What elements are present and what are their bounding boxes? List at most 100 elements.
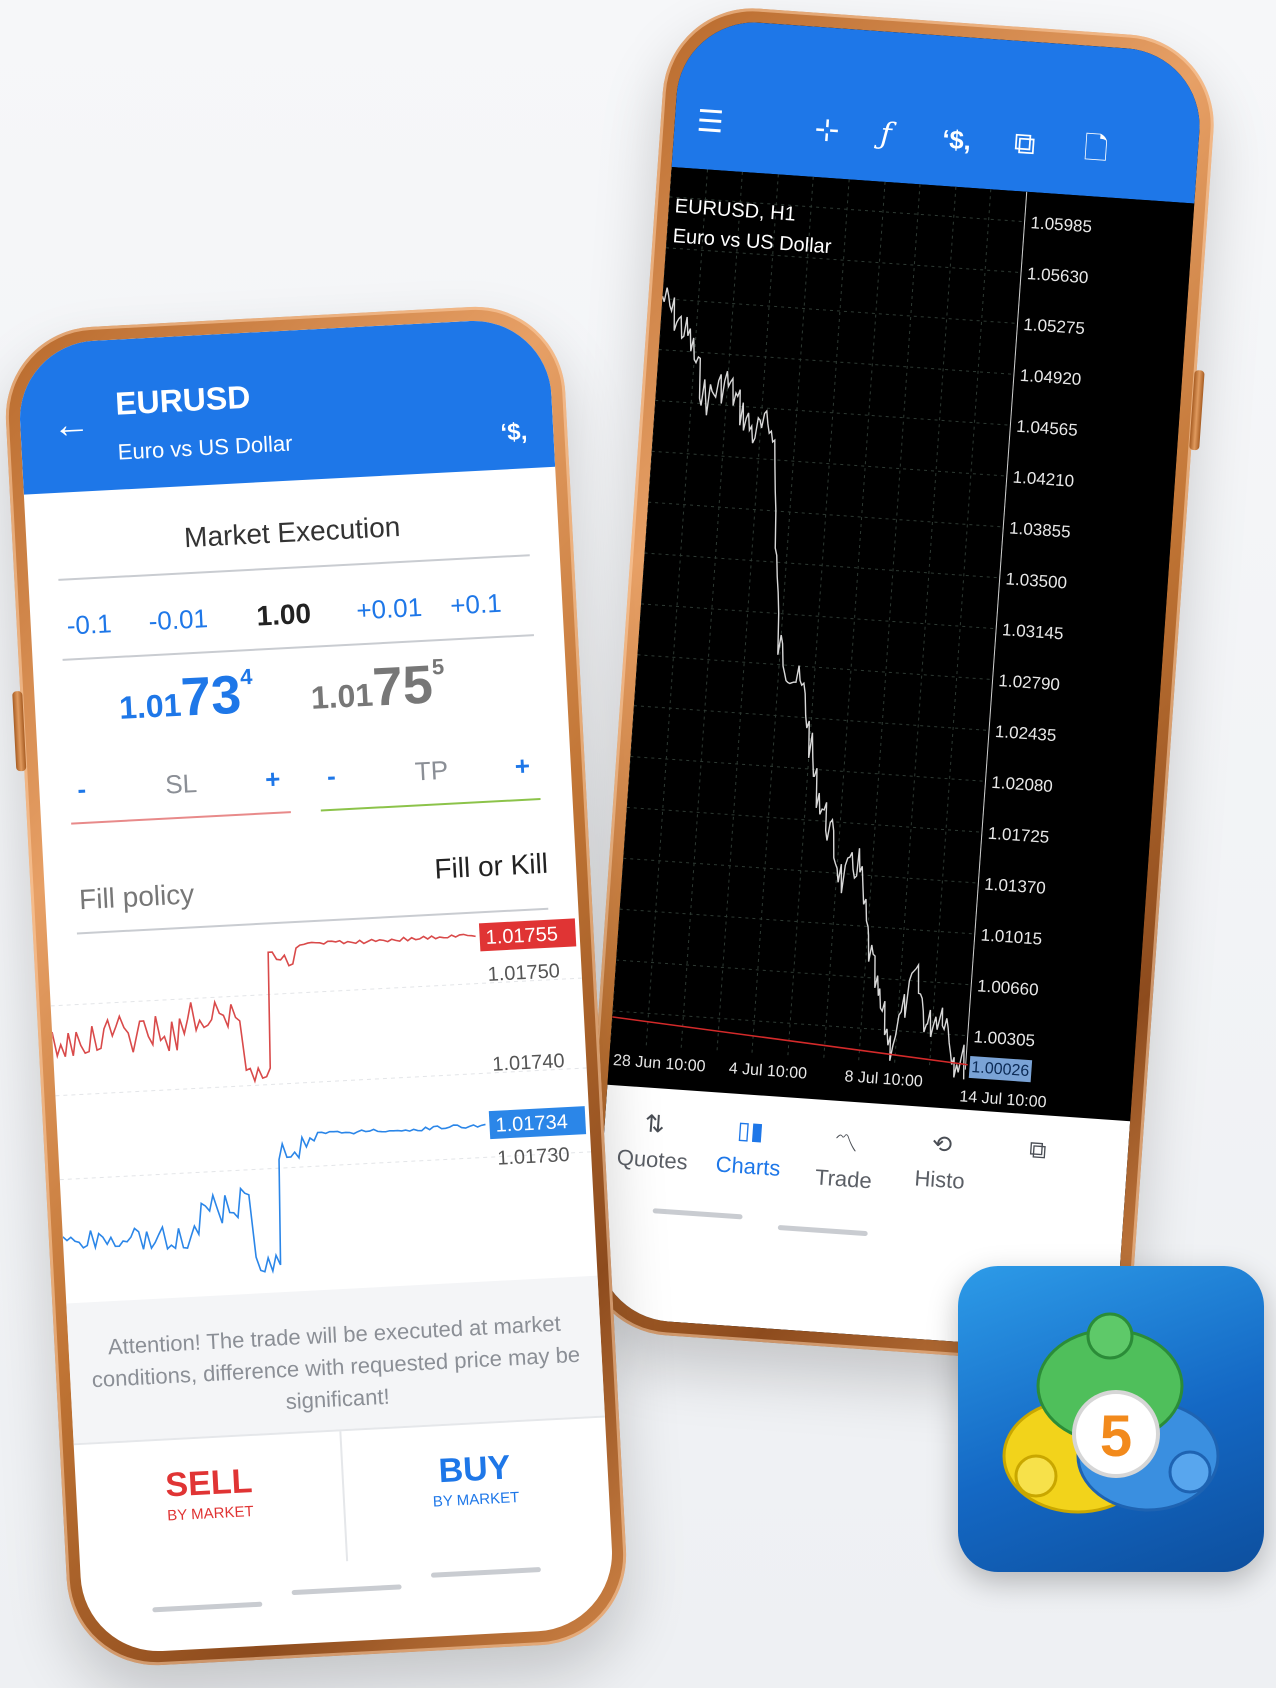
order-buttons: SELL BY MARKET BUY BY MARKET (73, 1415, 612, 1576)
home-indicator (652, 1208, 743, 1220)
home-indicator (152, 1601, 263, 1613)
price-axis-label: 1.02435 (994, 722, 1057, 745)
buy-by-market-button[interactable]: BUY BY MARKET (339, 1417, 611, 1561)
logo-yellow-head (1014, 1454, 1058, 1498)
tick-chart-svg: 1.01755 1.01750 1.01740 1.01734 1.01730 (50, 918, 592, 1275)
tick-level-label: 1.01730 (497, 1144, 570, 1170)
sl-plus-button[interactable]: + (264, 764, 281, 796)
volume-minus-small-button[interactable]: -0.01 (148, 603, 209, 637)
logo-blue-head (1168, 1450, 1212, 1494)
price-axis-label: 1.01015 (980, 925, 1043, 948)
chart-gridline (648, 501, 1004, 528)
chart-gridline (640, 603, 997, 630)
fill-policy-select[interactable]: Fill or Kill (434, 848, 549, 886)
sl-label: SL (164, 767, 198, 800)
ask-tick-line (51, 933, 476, 1084)
volume-stepper: -0.1 -0.01 1.00 +0.01 +0.1 (60, 586, 533, 651)
logo-version-badge: 5 (1100, 1404, 1132, 1469)
trade-phone: ← EURUSD Euro vs US Dollar ‘$, Market Ex… (1, 302, 631, 1670)
take-profit-field[interactable]: - TP + (318, 750, 540, 801)
tick-level-label: 1.01740 (492, 1050, 565, 1076)
price-axis-label: 1.05985 (1030, 213, 1093, 236)
time-axis-label: 8 Jul 10:00 (844, 1068, 923, 1090)
nav-trade[interactable]: 〽 Trade (793, 1120, 898, 1196)
price-axis-label: 1.00305 (973, 1027, 1036, 1050)
tick-chart: 1.01755 1.01750 1.01740 1.01734 1.01730 (47, 916, 597, 1303)
execution-type-select[interactable]: Market Execution (26, 503, 559, 563)
price-chart-svg: 1.05985 1.05630 1.05275 1.04920 1.04565 1.042… (609, 166, 1093, 1111)
tp-plus-button[interactable]: + (514, 751, 531, 783)
sl-minus-button[interactable]: - (77, 774, 87, 805)
trade-header: ← EURUSD Euro vs US Dollar ‘$, (16, 316, 556, 495)
chart-gridline (637, 654, 993, 681)
price-axis-label: 1.01370 (984, 875, 1047, 898)
nav-trade-label: Trade (814, 1164, 873, 1194)
home-indicator (291, 1584, 402, 1596)
volume-value-input[interactable]: 1.00 (256, 598, 312, 633)
volume-plus-big-button[interactable]: +0.1 (449, 588, 502, 622)
sell-price-sup: 4 (239, 663, 253, 690)
trade-icon: 〽 (832, 1129, 859, 1159)
charts-icon: ▯▮ (736, 1116, 765, 1146)
price-axis-label: 1.02080 (991, 773, 1054, 796)
price-row: 1.01734 1.01755 (33, 647, 568, 755)
chart-gridline (651, 450, 1007, 477)
messages-icon: ⧉ (1028, 1136, 1048, 1165)
tp-underline (320, 797, 541, 812)
time-axis-label: 14 Jul 10:00 (959, 1088, 1047, 1111)
nav-messages[interactable]: ⧉ (986, 1133, 1088, 1176)
chart-phone: ☰ ⊹ ƒ ‘$, ⧉ 🗋 1.05985 1.05630 1.05275 1.049… (576, 2, 1220, 1368)
chart-screen: ☰ ⊹ ƒ ‘$, ⧉ 🗋 1.05985 1.05630 1.05275 1.049… (591, 17, 1205, 1353)
nav-quotes[interactable]: ⇅ Quotes (601, 1107, 705, 1177)
crosshair-icon[interactable]: ⊹ (813, 113, 840, 148)
price-axis-label: 1.05630 (1026, 264, 1089, 287)
history-icon: ⟲ (931, 1130, 954, 1159)
phone-side-button (12, 690, 27, 772)
windows-icon[interactable]: ⧉ (1013, 127, 1037, 161)
sell-by-market-button[interactable]: SELL BY MARKET (73, 1431, 349, 1576)
time-axis-label: 28 Jun 10:00 (613, 1052, 707, 1075)
nav-history[interactable]: ⟲ Histo (889, 1127, 993, 1197)
price-axis-label: 1.04920 (1019, 366, 1082, 389)
price-axis-label: 1.05275 (1023, 315, 1086, 338)
back-arrow-icon[interactable]: ← (51, 403, 91, 447)
price-axis-label: 1.04565 (1016, 417, 1079, 440)
volume-plus-small-button[interactable]: +0.01 (356, 592, 423, 626)
function-icon[interactable]: ƒ (879, 116, 893, 152)
trade-screen: ← EURUSD Euro vs US Dollar ‘$, Market Ex… (16, 316, 616, 1656)
symbol-title: EURUSD (114, 378, 252, 422)
nav-history-label: Histo (913, 1165, 966, 1194)
metatrader-logo: 5 (1002, 1312, 1220, 1514)
chart-gridline (609, 166, 673, 1045)
buy-price-prefix: 1.01 (309, 676, 375, 716)
chart-gridline (894, 186, 957, 1065)
chart-gridline (644, 552, 1000, 579)
metatrader-5-app-icon: 5 (958, 1266, 1264, 1572)
volume-minus-big-button[interactable]: -0.1 (66, 608, 112, 641)
menu-icon[interactable]: ☰ (696, 105, 725, 140)
sell-price-prefix: 1.01 (118, 686, 183, 726)
nav-charts[interactable]: ▯▮ Charts (697, 1113, 801, 1183)
chart-gridline (630, 756, 986, 782)
add-document-icon[interactable]: 🗋 (1083, 132, 1109, 167)
price-axis-label: 1.04210 (1012, 468, 1075, 491)
nav-quotes-label: Quotes (616, 1144, 689, 1175)
price-axis-label: 1.03500 (1005, 569, 1068, 592)
divider (58, 554, 530, 581)
fill-policy-label: Fill policy (78, 878, 195, 916)
chart-gridline (619, 908, 975, 935)
stop-loss-field[interactable]: - SL + (69, 763, 291, 814)
sell-price-big: 73 (179, 664, 243, 728)
buy-price-big: 75 (371, 654, 435, 718)
chart-gridline (823, 181, 886, 1060)
price-axis-label: 1.02790 (998, 671, 1061, 694)
ask-price-tag-label: 1.01755 (485, 923, 558, 949)
buy-price: 1.01755 (309, 653, 447, 722)
price-chart[interactable]: 1.05985 1.05630 1.05275 1.04920 1.04565 1.042… (607, 166, 1195, 1122)
dollar-trade-icon[interactable]: ‘$, (941, 124, 972, 156)
dollar-trade-icon[interactable]: ‘$, (500, 418, 528, 447)
price-axis-label: 1.01725 (987, 824, 1050, 847)
home-indicator (430, 1567, 541, 1578)
sell-price: 1.01734 (117, 663, 255, 732)
tp-minus-button[interactable]: - (326, 761, 336, 792)
